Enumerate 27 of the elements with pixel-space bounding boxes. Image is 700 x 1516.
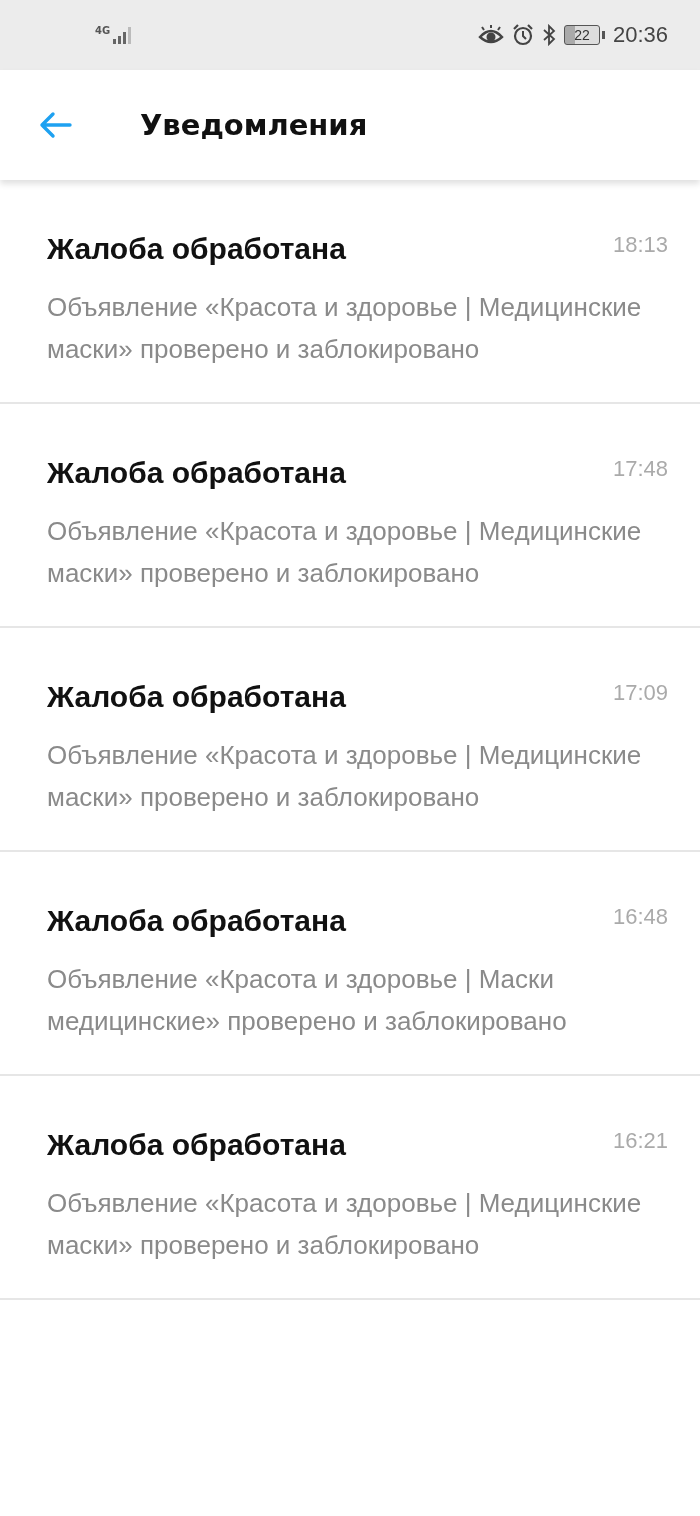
back-arrow-icon — [38, 111, 72, 139]
notification-title: Жалоба обработана — [47, 456, 346, 490]
alarm-clock-icon — [511, 24, 534, 46]
notification-time: 18:13 — [612, 232, 668, 258]
notification-time: 17:09 — [612, 680, 668, 706]
notification-time: 16:48 — [612, 904, 668, 930]
notification-text: Объявление «Красота и здоровье | Медицинские маски» проверено и заблокировано — [47, 515, 643, 590]
eye-icon — [477, 25, 504, 45]
notification-text: Объявление «Красота и здоровье | Медицинские маски» проверено и заблокировано — [47, 291, 643, 366]
notification-item[interactable]: Жалоба обработана 16:21 Объявление «Красота и здоровье | Медицинские маски» проверено и заблокировано — [0, 1076, 700, 1300]
notification-time: 17:48 — [612, 456, 668, 482]
notification-title: Жалоба обработана — [47, 1128, 346, 1162]
notification-text: Объявление «Красота и здоровье | Маски медицинские» проверено и заблокировано — [47, 963, 568, 1038]
notification-item[interactable]: Жалоба обработана 17:48 Объявление «Красота и здоровье | Медицинские маски» проверено и заблокировано — [0, 404, 700, 628]
notification-title: Жалоба обработана — [47, 232, 346, 266]
notification-text: Объявление «Красота и здоровье | Медицинские маски» проверено и заблокировано — [47, 1187, 643, 1262]
notification-item[interactable]: Жалоба обработана 16:48 Объявление «Красота и здоровье | Маски медицинские» проверено и заблокировано — [0, 852, 700, 1076]
bluetooth-icon — [541, 24, 556, 46]
notification-item[interactable]: Жалоба обработана 18:13 Объявление «Красота и здоровье | Медицинские маски» проверено и заблокировано — [0, 180, 700, 404]
notification-text: Объявление «Красота и здоровье | Медицинские маски» проверено и заблокировано — [47, 739, 643, 814]
notification-item[interactable]: Жалоба обработана 17:09 Объявление «Красота и здоровье | Медицинские маски» проверено и заблокировано — [0, 628, 700, 852]
notification-time: 16:21 — [612, 1128, 668, 1154]
notification-title: Жалоба обработана — [47, 680, 346, 714]
screen-title: Уведомления — [140, 108, 368, 142]
notification-title: Жалоба обработана — [47, 904, 346, 938]
clock-time: 20:36 — [612, 22, 668, 48]
network-type: 4G — [95, 25, 111, 36]
